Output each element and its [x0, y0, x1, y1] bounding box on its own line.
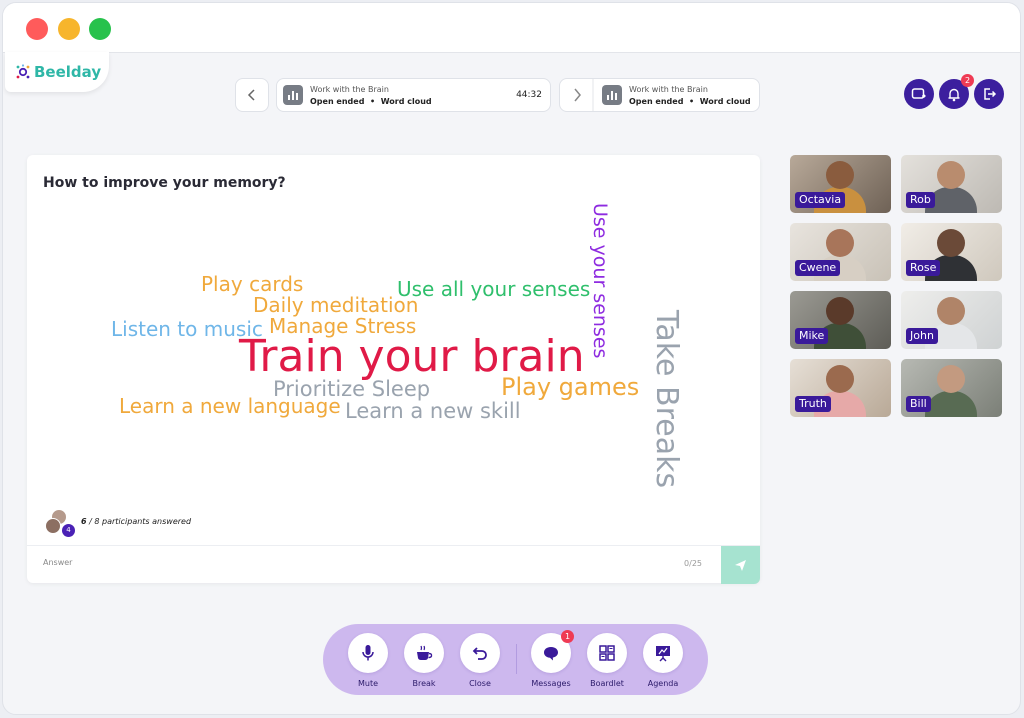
participant-name: John	[906, 328, 938, 344]
more-participants-badge: 4	[62, 524, 75, 537]
chevron-left-icon	[247, 89, 255, 101]
next-activity-title: Work with the Brain	[629, 85, 708, 94]
participant-name: Mike	[795, 328, 829, 344]
previous-activity-button[interactable]	[235, 78, 269, 112]
activity-subtitle: Open ended • Word cloud	[310, 97, 432, 106]
messages-button[interactable]: 1 Messages	[529, 630, 574, 688]
participant-name: Bill	[906, 396, 931, 412]
participant-video-tile[interactable]: Octavia	[790, 155, 891, 213]
notification-count-badge: 2	[961, 74, 974, 87]
undo-arrow-icon	[472, 647, 487, 660]
activity-title: Work with the Brain	[310, 85, 389, 94]
logo-text: Beelday	[34, 63, 102, 81]
participant-name: Rob	[906, 192, 935, 208]
participant-video-tile[interactable]: Bill	[901, 359, 1002, 417]
word-cloud-word: Manage Stress	[269, 314, 417, 338]
send-icon	[735, 559, 746, 571]
word-cloud-word: Learn a new skill	[345, 399, 521, 423]
bell-icon	[948, 88, 960, 101]
mute-button[interactable]: Mute	[346, 633, 390, 688]
exit-button[interactable]	[974, 79, 1004, 109]
word-cloud-word: Use your senses	[589, 203, 611, 359]
participant-video-tile[interactable]: Mike	[790, 291, 891, 349]
dock-label: Boardlet	[590, 679, 624, 688]
dock-label: Break	[412, 679, 436, 688]
microphone-icon	[362, 645, 374, 661]
next-activity-subtitle: Open ended • Word cloud	[629, 97, 751, 106]
minimize-window-button[interactable]	[58, 18, 80, 40]
send-button[interactable]	[721, 546, 760, 584]
participant-name: Cwene	[795, 260, 841, 276]
dock-label: Close	[469, 679, 491, 688]
close-window-button[interactable]	[26, 18, 48, 40]
logo-icon	[16, 64, 30, 79]
meeting-controls-dock: Mute Break Close 1 Messages Boardlet Age…	[323, 624, 708, 695]
presentation-easel-icon	[656, 646, 670, 662]
participant-video-tile[interactable]: Rose	[901, 223, 1002, 281]
activity-timer: 44:32	[516, 90, 542, 100]
word-cloud-word: Play games	[501, 373, 640, 401]
word-cloud-word: Take Breaks	[649, 310, 684, 489]
coffee-cup-icon	[417, 645, 433, 660]
participant-name: Octavia	[795, 192, 846, 208]
next-activity-card[interactable]: Work with the Brain Open ended • Word cl…	[559, 78, 760, 112]
chat-bubble-icon	[544, 646, 558, 660]
bar-chart-icon	[283, 85, 303, 105]
dock-divider	[516, 644, 517, 674]
participants-answered-text: 6 / 8 participants answered	[81, 517, 192, 526]
answer-input[interactable]	[43, 558, 643, 567]
word-cloud-word: Listen to music	[111, 317, 263, 341]
participant-video-tile[interactable]: Rob	[901, 155, 1002, 213]
participant-video-tile[interactable]: Cwene	[790, 223, 891, 281]
board-grid-icon	[599, 645, 615, 661]
bar-chart-icon	[602, 85, 622, 105]
participant-name: Rose	[906, 260, 941, 276]
dock-label: Mute	[357, 679, 379, 688]
dock-label: Agenda	[647, 679, 679, 688]
word-cloud: Train your brain Take Breaks Use your se…	[27, 155, 760, 535]
dock-label: Messages	[531, 679, 571, 688]
participant-video-tile[interactable]: John	[901, 291, 1002, 349]
logo: Beelday	[5, 52, 109, 92]
word-cloud-word: Use all your senses	[397, 277, 591, 301]
title-bar	[3, 3, 1020, 53]
character-counter: 0/25	[684, 559, 702, 568]
close-activity-button[interactable]: Close	[458, 633, 502, 688]
word-cloud-word: Play cards	[201, 272, 304, 296]
participant-name: Truth	[795, 396, 831, 412]
exit-icon	[983, 88, 996, 100]
agenda-button[interactable]: Agenda	[641, 633, 685, 688]
answer-bar: 0/25	[27, 545, 760, 584]
maximize-window-button[interactable]	[89, 18, 111, 40]
participant-video-tile[interactable]: Truth	[790, 359, 891, 417]
messages-count-badge: 1	[561, 630, 574, 643]
app-window: Beelday Work with the Brain Open ended •…	[2, 2, 1021, 715]
boardlet-button[interactable]: Boardlet	[585, 633, 629, 688]
break-button[interactable]: Break	[402, 633, 446, 688]
notifications-button[interactable]: 2	[939, 74, 974, 109]
current-activity-card[interactable]: Work with the Brain Open ended • Word cl…	[276, 78, 551, 112]
screen-switch-icon	[911, 88, 926, 99]
avatar	[45, 518, 61, 534]
activity-panel: How to improve your memory? Train your b…	[27, 155, 760, 584]
chevron-right-icon[interactable]	[560, 79, 594, 111]
word-cloud-word: Learn a new language	[119, 394, 341, 418]
word-cloud-word: Daily meditation	[253, 293, 419, 317]
switch-screen-button[interactable]	[904, 79, 934, 109]
